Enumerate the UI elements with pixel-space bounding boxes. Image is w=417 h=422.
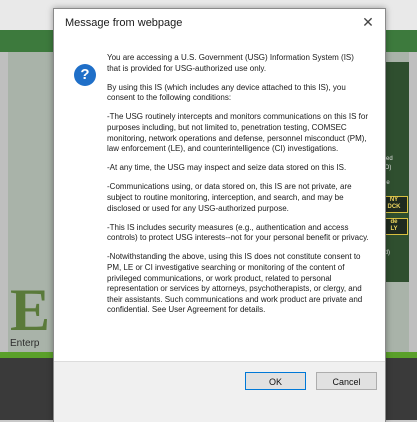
message-paragraph: -Communications using, or data stored on… xyxy=(107,182,352,213)
background-enterprise-text: Enterp xyxy=(10,338,40,349)
message-paragraph: You are accessing a U.S. Government (USG… xyxy=(107,53,354,73)
dialog-body: ? You are accessing a U.S. Government (U… xyxy=(54,39,385,361)
ok-button[interactable]: OK xyxy=(245,372,306,390)
dialog-button-bar: OK Cancel xyxy=(54,361,385,422)
close-icon[interactable]: ✕ xyxy=(359,13,377,31)
message-paragraph: -At any time, the USG may inspect and se… xyxy=(107,163,347,173)
message-paragraph: By using this IS (which includes any dev… xyxy=(107,82,346,103)
message-paragraph: -Notwithstanding the above, using this I… xyxy=(107,252,363,315)
question-icon: ? xyxy=(74,64,96,86)
message-dialog: Message from webpage ✕ ? You are accessi… xyxy=(53,8,386,422)
dialog-title: Message from webpage xyxy=(65,17,183,29)
message-paragraph: -The USG routinely intercepts and monito… xyxy=(107,112,368,154)
cancel-button[interactable]: Cancel xyxy=(316,372,377,390)
dialog-message: You are accessing a U.S. Government (USG… xyxy=(107,53,369,324)
message-paragraph: -This IS includes security measures (e.g… xyxy=(107,222,369,243)
